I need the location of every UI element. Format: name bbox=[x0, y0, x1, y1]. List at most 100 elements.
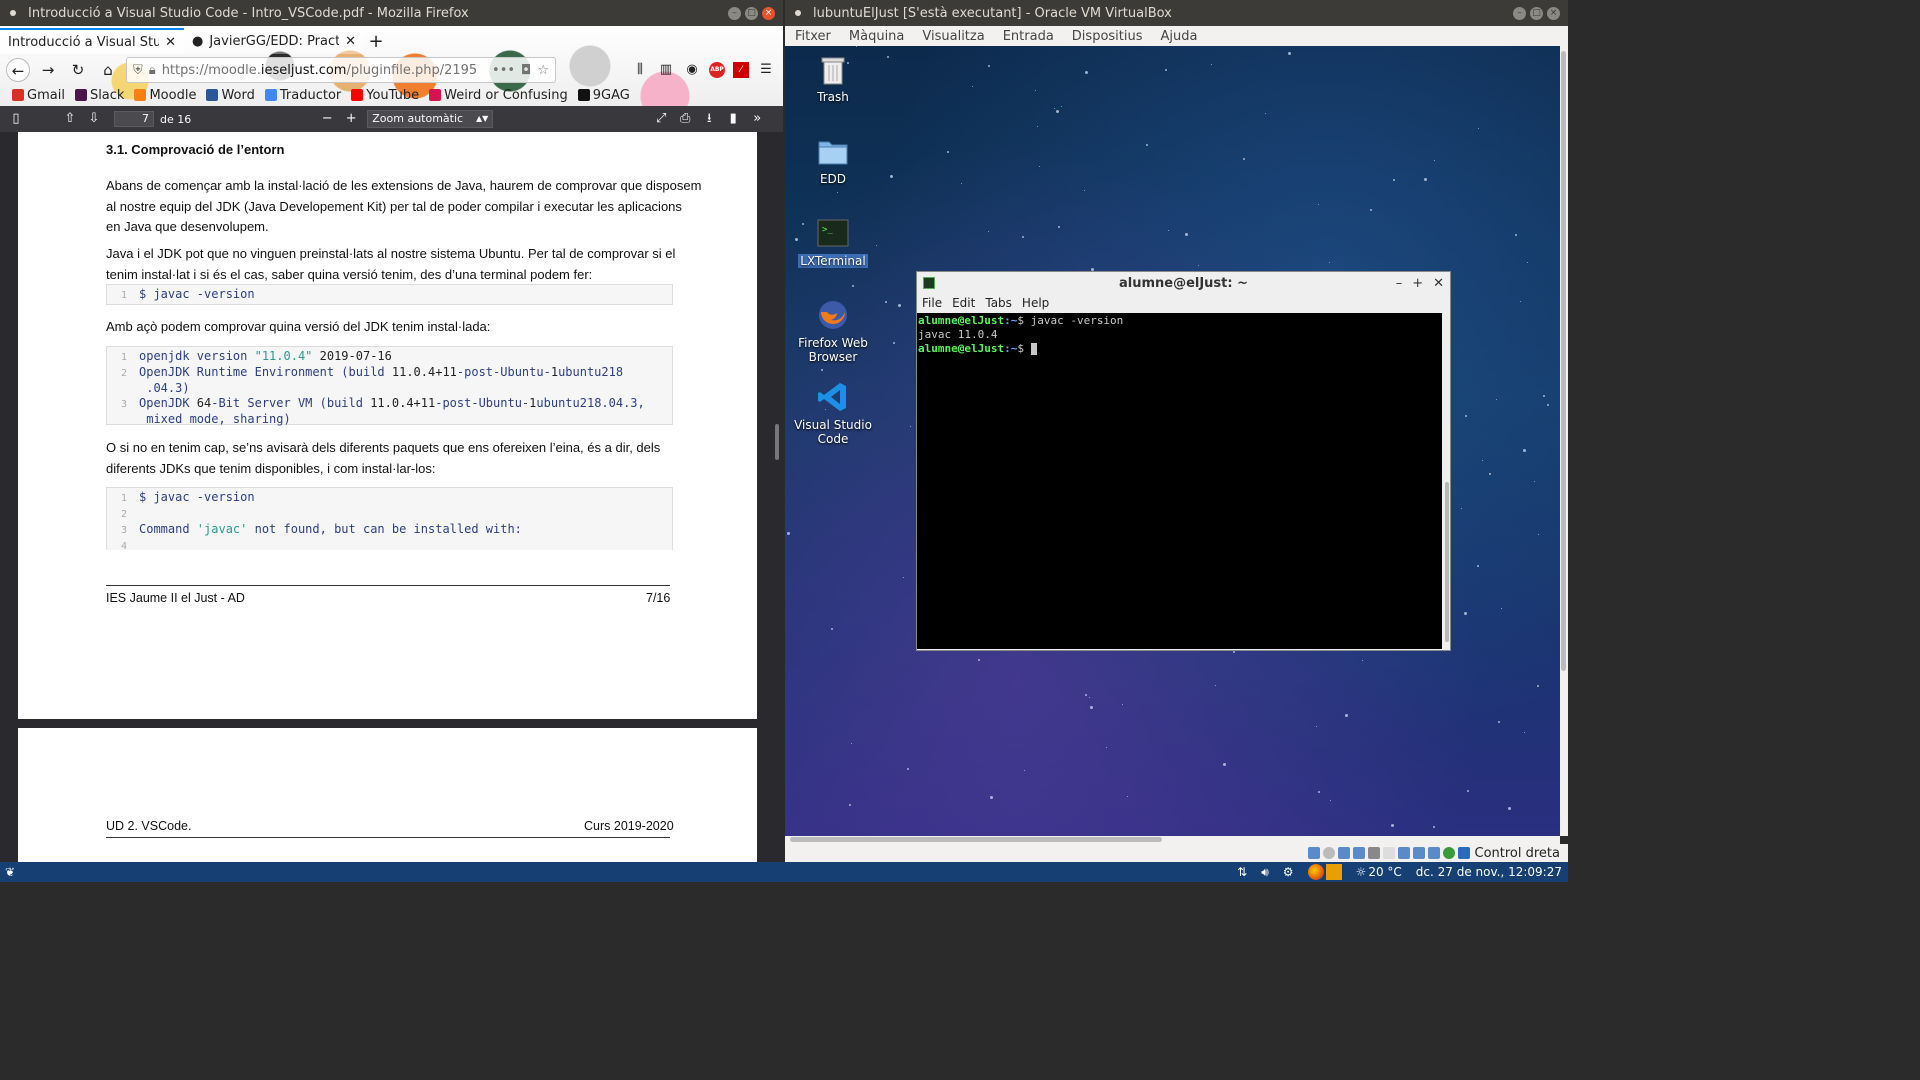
terminal-menu-item[interactable]: Edit bbox=[952, 296, 975, 310]
desktop-icon-firefox[interactable]: Firefox Web Browser bbox=[793, 298, 873, 364]
vb-menu-item[interactable]: Entrada bbox=[1003, 29, 1054, 44]
settings-tray-icon[interactable]: ⚙ bbox=[1283, 865, 1294, 879]
volume-tray-icon[interactable]: 🔊︎ bbox=[1261, 865, 1269, 880]
back-button[interactable]: ← bbox=[6, 58, 30, 82]
vm-vertical-scrollbar[interactable] bbox=[1560, 46, 1568, 836]
usb-icon[interactable] bbox=[1367, 847, 1380, 859]
page-number-input[interactable]: 7 bbox=[114, 111, 154, 127]
maximize-icon[interactable]: □ bbox=[745, 6, 758, 20]
library-icon[interactable]: ⫼ bbox=[631, 61, 649, 79]
virtualbox-titlebar[interactable]: lubuntuElJust [S'està executant] - Oracl… bbox=[785, 0, 1568, 26]
vb-menu-item[interactable]: Ajuda bbox=[1161, 29, 1198, 44]
maximize-icon[interactable]: □ bbox=[1530, 6, 1543, 20]
account-icon[interactable]: ◉ bbox=[683, 61, 701, 79]
menu-icon[interactable]: ☰ bbox=[757, 61, 775, 79]
display-icon[interactable] bbox=[1397, 847, 1410, 859]
lock-icon[interactable]: 🔒︎ bbox=[149, 63, 156, 78]
terminal-titlebar[interactable]: alumne@elJust: ~ – + ✕ bbox=[917, 272, 1450, 294]
star-decoration bbox=[1316, 726, 1317, 727]
terminal-menu-item[interactable]: Tabs bbox=[985, 296, 1012, 310]
close-icon[interactable]: × bbox=[1547, 6, 1560, 20]
terminal-screen[interactable]: alumne@elJust:~$ javac -version javac 11… bbox=[917, 313, 1442, 649]
taskbar-firefox-icon[interactable] bbox=[1307, 864, 1324, 880]
url-bar[interactable]: ⛨ 🔒︎ https://moodle.ieseljust.com/plugin… bbox=[126, 57, 556, 83]
toggle-sidebar-icon[interactable]: ▯ bbox=[4, 108, 28, 130]
audio-icon[interactable] bbox=[1337, 847, 1350, 859]
tools-icon[interactable]: » bbox=[745, 108, 769, 130]
home-button[interactable]: ⌂ bbox=[96, 58, 120, 82]
maximize-icon[interactable]: + bbox=[1412, 276, 1423, 291]
desktop-icon-vscode[interactable]: Visual Studio Code bbox=[793, 380, 873, 446]
sidebar-icon[interactable]: ▥ bbox=[657, 61, 675, 79]
previous-page-icon[interactable]: ⇧ bbox=[58, 108, 82, 130]
terminal-window[interactable]: alumne@elJust: ~ – + ✕ File Edit Tabs Help … bbox=[916, 271, 1451, 651]
zoom-select[interactable]: Zoom automàtic ▲▼ bbox=[367, 110, 494, 128]
bookmark-slack[interactable]: Slack bbox=[74, 88, 124, 103]
next-page-icon[interactable]: ⇩ bbox=[82, 108, 106, 130]
virtualization-icon[interactable] bbox=[1427, 847, 1440, 859]
print-icon[interactable]: ⎙ bbox=[673, 108, 697, 130]
minimize-icon[interactable]: – bbox=[728, 6, 741, 20]
recording-icon[interactable] bbox=[1412, 847, 1425, 859]
close-icon[interactable]: ✕ bbox=[1433, 276, 1444, 291]
extension-icon[interactable]: ⁄ bbox=[733, 62, 749, 78]
bookmark-youtube[interactable]: YouTube bbox=[351, 88, 419, 103]
pocket-icon[interactable]: ◘ bbox=[521, 63, 531, 78]
vb-menu-item[interactable]: Dispositius bbox=[1072, 29, 1143, 44]
firefox-titlebar[interactable]: Introducció a Visual Studio Code - Intro… bbox=[0, 0, 783, 26]
clock[interactable]: dc. 27 de nov., 12:09:27 bbox=[1416, 865, 1562, 879]
storage-icon[interactable] bbox=[1307, 847, 1320, 859]
reload-button[interactable]: ↻ bbox=[66, 58, 90, 82]
window-menu-icon[interactable] bbox=[795, 10, 801, 16]
desktop-icon-trash[interactable]: Trash bbox=[793, 52, 873, 104]
bookmark-star-icon[interactable]: ☆ bbox=[537, 63, 549, 78]
bookmark-moodle[interactable]: Moodle bbox=[134, 88, 196, 103]
header-rule bbox=[106, 837, 670, 838]
tab-intro-vscode[interactable]: Introducció a Visual Studio ✕ bbox=[0, 28, 184, 54]
bookmark-gmail[interactable]: Gmail bbox=[12, 88, 65, 103]
network-icon[interactable] bbox=[1352, 847, 1365, 859]
bookmark-9gag[interactable]: 9GAG bbox=[577, 88, 630, 103]
taskbar-virtualbox-icon[interactable] bbox=[1325, 864, 1342, 880]
tab-close-icon[interactable]: ✕ bbox=[165, 35, 176, 50]
window-menu-icon[interactable] bbox=[10, 10, 16, 16]
network-tray-icon[interactable]: ⇅ bbox=[1237, 865, 1247, 879]
terminal-menu-item[interactable]: File bbox=[922, 296, 942, 310]
shared-folder-icon[interactable] bbox=[1382, 847, 1395, 859]
zoom-out-icon[interactable]: − bbox=[315, 108, 339, 130]
adblock-icon[interactable]: ABP bbox=[709, 62, 725, 78]
weather-temp: 20 °C bbox=[1368, 865, 1402, 879]
terminal-scrollbar[interactable] bbox=[1445, 482, 1449, 642]
new-tab-button[interactable]: + bbox=[364, 30, 388, 54]
download-icon[interactable]: ⭳ bbox=[697, 108, 721, 130]
vb-menu-item[interactable]: Visualitza bbox=[922, 29, 984, 44]
pdf-scrollbar[interactable] bbox=[775, 424, 779, 460]
close-icon[interactable]: × bbox=[762, 6, 775, 20]
terminal-menu-item[interactable]: Help bbox=[1022, 296, 1049, 310]
desktop-icon-edd[interactable]: EDD bbox=[793, 134, 873, 186]
page-actions-icon[interactable]: ••• bbox=[492, 63, 515, 78]
minimize-icon[interactable]: – bbox=[1396, 276, 1403, 291]
start-menu-icon[interactable]: ❦ bbox=[0, 865, 20, 879]
bookmark-icon[interactable]: ▮ bbox=[721, 108, 745, 130]
shield-icon[interactable]: ⛨ bbox=[133, 63, 143, 78]
minimize-icon[interactable]: – bbox=[1513, 6, 1526, 20]
pdf-viewer[interactable]: 3.1. Comprovació de l’entorn Abans de co… bbox=[0, 132, 783, 862]
tab-close-icon[interactable]: ✕ bbox=[345, 34, 356, 49]
bookmark-traductor[interactable]: Traductor bbox=[264, 88, 341, 103]
host-taskbar: ❦ ⇅ 🔊︎ ⚙ ☼ 20 °C dc. 27 de nov., 12:09:2… bbox=[0, 862, 1568, 882]
keyboard-icon[interactable] bbox=[1457, 847, 1470, 859]
vm-horizontal-scrollbar[interactable] bbox=[785, 836, 1560, 844]
optical-drive-icon[interactable] bbox=[1322, 847, 1335, 859]
bookmark-word[interactable]: Word bbox=[206, 88, 255, 103]
tab-github-edd[interactable]: ● JavierGG/EDD: Practica ✕ bbox=[184, 28, 364, 54]
mouse-integration-icon[interactable] bbox=[1442, 847, 1455, 859]
bookmark-weird-or-confusing[interactable]: Weird or Confusing bbox=[429, 88, 568, 103]
zoom-in-icon[interactable]: + bbox=[339, 108, 363, 130]
desktop-icon-lxterminal[interactable]: >_ LXTerminal bbox=[793, 216, 873, 268]
vb-menu-item[interactable]: Màquina bbox=[849, 29, 905, 44]
presentation-mode-icon[interactable]: ⤢ bbox=[649, 108, 673, 130]
guest-desktop[interactable]: Trash EDD >_ LXTerminal Firefox Web Brow… bbox=[785, 46, 1560, 836]
forward-button[interactable]: → bbox=[36, 58, 60, 82]
vb-menu-item[interactable]: Fitxer bbox=[795, 29, 831, 44]
